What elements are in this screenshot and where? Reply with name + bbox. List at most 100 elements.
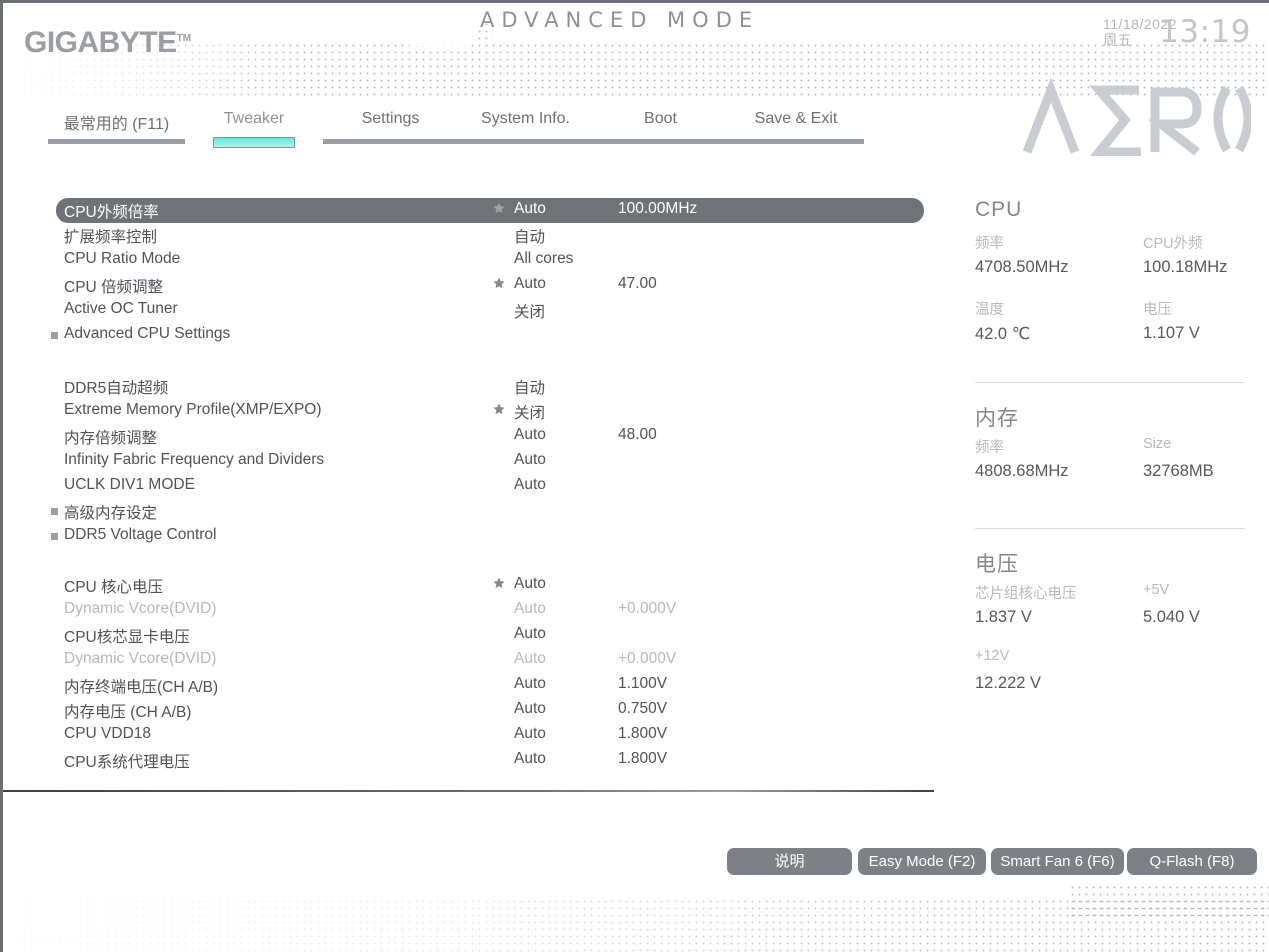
settings-row[interactable]: CPU 倍频调整 Auto 47.00 [56, 273, 924, 298]
submenu-bullet-icon [51, 332, 58, 339]
button-q-flash-f8[interactable]: Q-Flash (F8) [1127, 848, 1257, 875]
setting-name: CPU 倍频调整 [64, 279, 164, 296]
settings-row[interactable]: Infinity Fabric Frequency and Dividers Au… [56, 449, 924, 474]
sidebar-field-label: Size [1143, 436, 1172, 452]
setting-value: Auto [514, 575, 546, 592]
tab-system-info[interactable]: System Info. [458, 108, 593, 144]
sidebar-field-label: 芯片组核心电压 [975, 586, 1077, 602]
sidebar-field-label: CPU外频 [1143, 236, 1203, 252]
tab-f11[interactable]: 最常用的 (F11) [48, 108, 185, 144]
setting-secondary-value: 47.00 [618, 275, 657, 292]
setting-secondary-value: 48.00 [618, 426, 657, 443]
setting-name: CPU核芯显卡电压 [64, 629, 190, 646]
settings-row[interactable]: CPU外频倍率 Auto 100.00MHz [56, 198, 924, 223]
settings-row[interactable]: CPU VDD18 Auto 1.800V [56, 723, 924, 748]
tab-label: Settings [361, 110, 420, 127]
settings-row[interactable]: 内存终端电压(CH A/B) Auto 1.100V [56, 673, 924, 698]
setting-name: DDR5自动超频 [64, 380, 169, 397]
main-navigation: 最常用的 (F11) Tweaker Settings System Info. Boo… [48, 108, 934, 148]
setting-value: Auto [514, 650, 546, 667]
main-panel-bottom-rule [0, 790, 934, 792]
setting-name: 内存倍频调整 [64, 430, 158, 447]
setting-value: Auto [514, 600, 546, 617]
favorite-star-icon[interactable] [492, 576, 506, 590]
settings-row[interactable]: Dynamic Vcore(DVID) Auto +0.000V [56, 648, 924, 673]
settings-row[interactable]: CPU 核心电压 Auto [56, 573, 924, 598]
setting-secondary-value: +0.000V [618, 600, 677, 617]
gigabyte-logo-text: GIGABYTE [24, 26, 177, 59]
setting-name: Dynamic Vcore(DVID) [64, 650, 217, 667]
sidebar-field-label: +12V [975, 648, 1010, 664]
settings-row[interactable]: 扩展频率控制 自动 [56, 223, 924, 248]
gigabyte-logo: GIGABYTETM [24, 26, 191, 60]
setting-name: CPU 核心电压 [64, 579, 164, 596]
window-left-edge [0, 0, 3, 952]
aero-logo [1021, 77, 1253, 157]
tab-label: System Info. [481, 110, 570, 127]
setting-name: Extreme Memory Profile(XMP/EXPO) [64, 401, 322, 418]
settings-row[interactable]: CPU系统代理电压 Auto 1.800V [56, 748, 924, 773]
settings-row[interactable]: Dynamic Vcore(DVID) Auto +0.000V [56, 598, 924, 623]
favorite-star-icon[interactable] [492, 402, 506, 416]
favorite-star-icon[interactable] [492, 201, 506, 215]
tab-label: 最常用的 (F11) [63, 116, 170, 133]
setting-secondary-value: 0.750V [618, 700, 668, 717]
setting-name: Dynamic Vcore(DVID) [64, 600, 217, 617]
tab-save-exit[interactable]: Save & Exit [728, 108, 864, 144]
favorite-star-icon[interactable] [492, 276, 506, 290]
settings-row[interactable]: Extreme Memory Profile(XMP/EXPO) 关闭 [56, 399, 924, 424]
setting-secondary-value: 1.800V [618, 750, 668, 767]
tab-settings[interactable]: Settings [323, 108, 458, 144]
settings-row[interactable]: CPU Ratio Mode All cores [56, 248, 924, 273]
advanced-mode-title: ADVANCED MODE [480, 8, 760, 32]
setting-name: CPU外频倍率 [64, 204, 159, 221]
setting-name: UCLK DIV1 MODE [64, 476, 195, 493]
tab-label: Tweaker [223, 110, 285, 127]
sidebar-field-value: 4808.68MHz [975, 462, 1069, 480]
tab-label: Boot [644, 110, 677, 127]
submenu-bullet-icon [51, 508, 58, 515]
settings-row[interactable]: 内存电压 (CH A/B) Auto 0.750V [56, 698, 924, 723]
setting-value: 关闭 [514, 304, 546, 321]
tab-underline [728, 139, 864, 144]
footer-dot-block [1069, 884, 1269, 918]
tab-boot[interactable]: Boot [593, 108, 728, 144]
settings-row[interactable]: DDR5 Voltage Control [51, 524, 924, 549]
setting-name: Active OC Tuner [64, 300, 178, 317]
settings-list: CPU外频倍率 Auto 100.00MHz 扩展频率控制 自动 CPU Ratio Mo… [0, 158, 934, 788]
settings-row[interactable]: Active OC Tuner 关闭 [56, 298, 924, 323]
settings-row[interactable]: CPU核芯显卡电压 Auto [56, 623, 924, 648]
settings-row[interactable]: 高级内存设定 [51, 499, 924, 524]
setting-name: 扩展频率控制 [64, 229, 158, 246]
settings-row[interactable]: Advanced CPU Settings [51, 323, 924, 348]
button-[interactable]: 说明 [727, 848, 852, 875]
setting-value: Auto [514, 476, 546, 493]
settings-row[interactable]: UCLK DIV1 MODE Auto [56, 474, 924, 499]
setting-value: Auto [514, 275, 546, 292]
sidebar-field-value: 4708.50MHz [975, 258, 1069, 276]
button-easy-mode-f2[interactable]: Easy Mode (F2) [858, 848, 986, 875]
tab-tweaker[interactable]: Tweaker [185, 108, 323, 148]
setting-name: Infinity Fabric Frequency and Dividers [64, 451, 325, 468]
setting-secondary-value: +0.000V [618, 650, 677, 667]
sidebar-field-value: 1.107 V [1143, 324, 1200, 342]
setting-value: 自动 [514, 229, 546, 246]
setting-secondary-value: 1.800V [618, 725, 668, 742]
setting-secondary-value: 100.00MHz [618, 200, 698, 217]
setting-name: CPU Ratio Mode [64, 250, 181, 267]
sidebar-field-value: 42.0 ℃ [975, 325, 1031, 343]
sidebar-field-label: 温度 [975, 302, 1004, 318]
setting-value: Auto [514, 426, 546, 443]
setting-value: Auto [514, 451, 546, 468]
sidebar-field-label: 频率 [975, 236, 1004, 252]
setting-name: 内存电压 (CH A/B) [64, 704, 192, 721]
setting-value: Auto [514, 725, 546, 742]
button-smart-fan-6-f6[interactable]: Smart Fan 6 (F6) [991, 848, 1124, 875]
tab-underline [48, 139, 185, 144]
sidebar-section-title: 内存 [975, 407, 1019, 430]
sidebar-divider [975, 528, 1245, 529]
sidebar-divider [975, 382, 1245, 383]
setting-value: Auto [514, 750, 546, 767]
settings-row[interactable]: 内存倍频调整 Auto 48.00 [56, 424, 924, 449]
settings-row[interactable]: DDR5自动超频 自动 [56, 374, 924, 399]
